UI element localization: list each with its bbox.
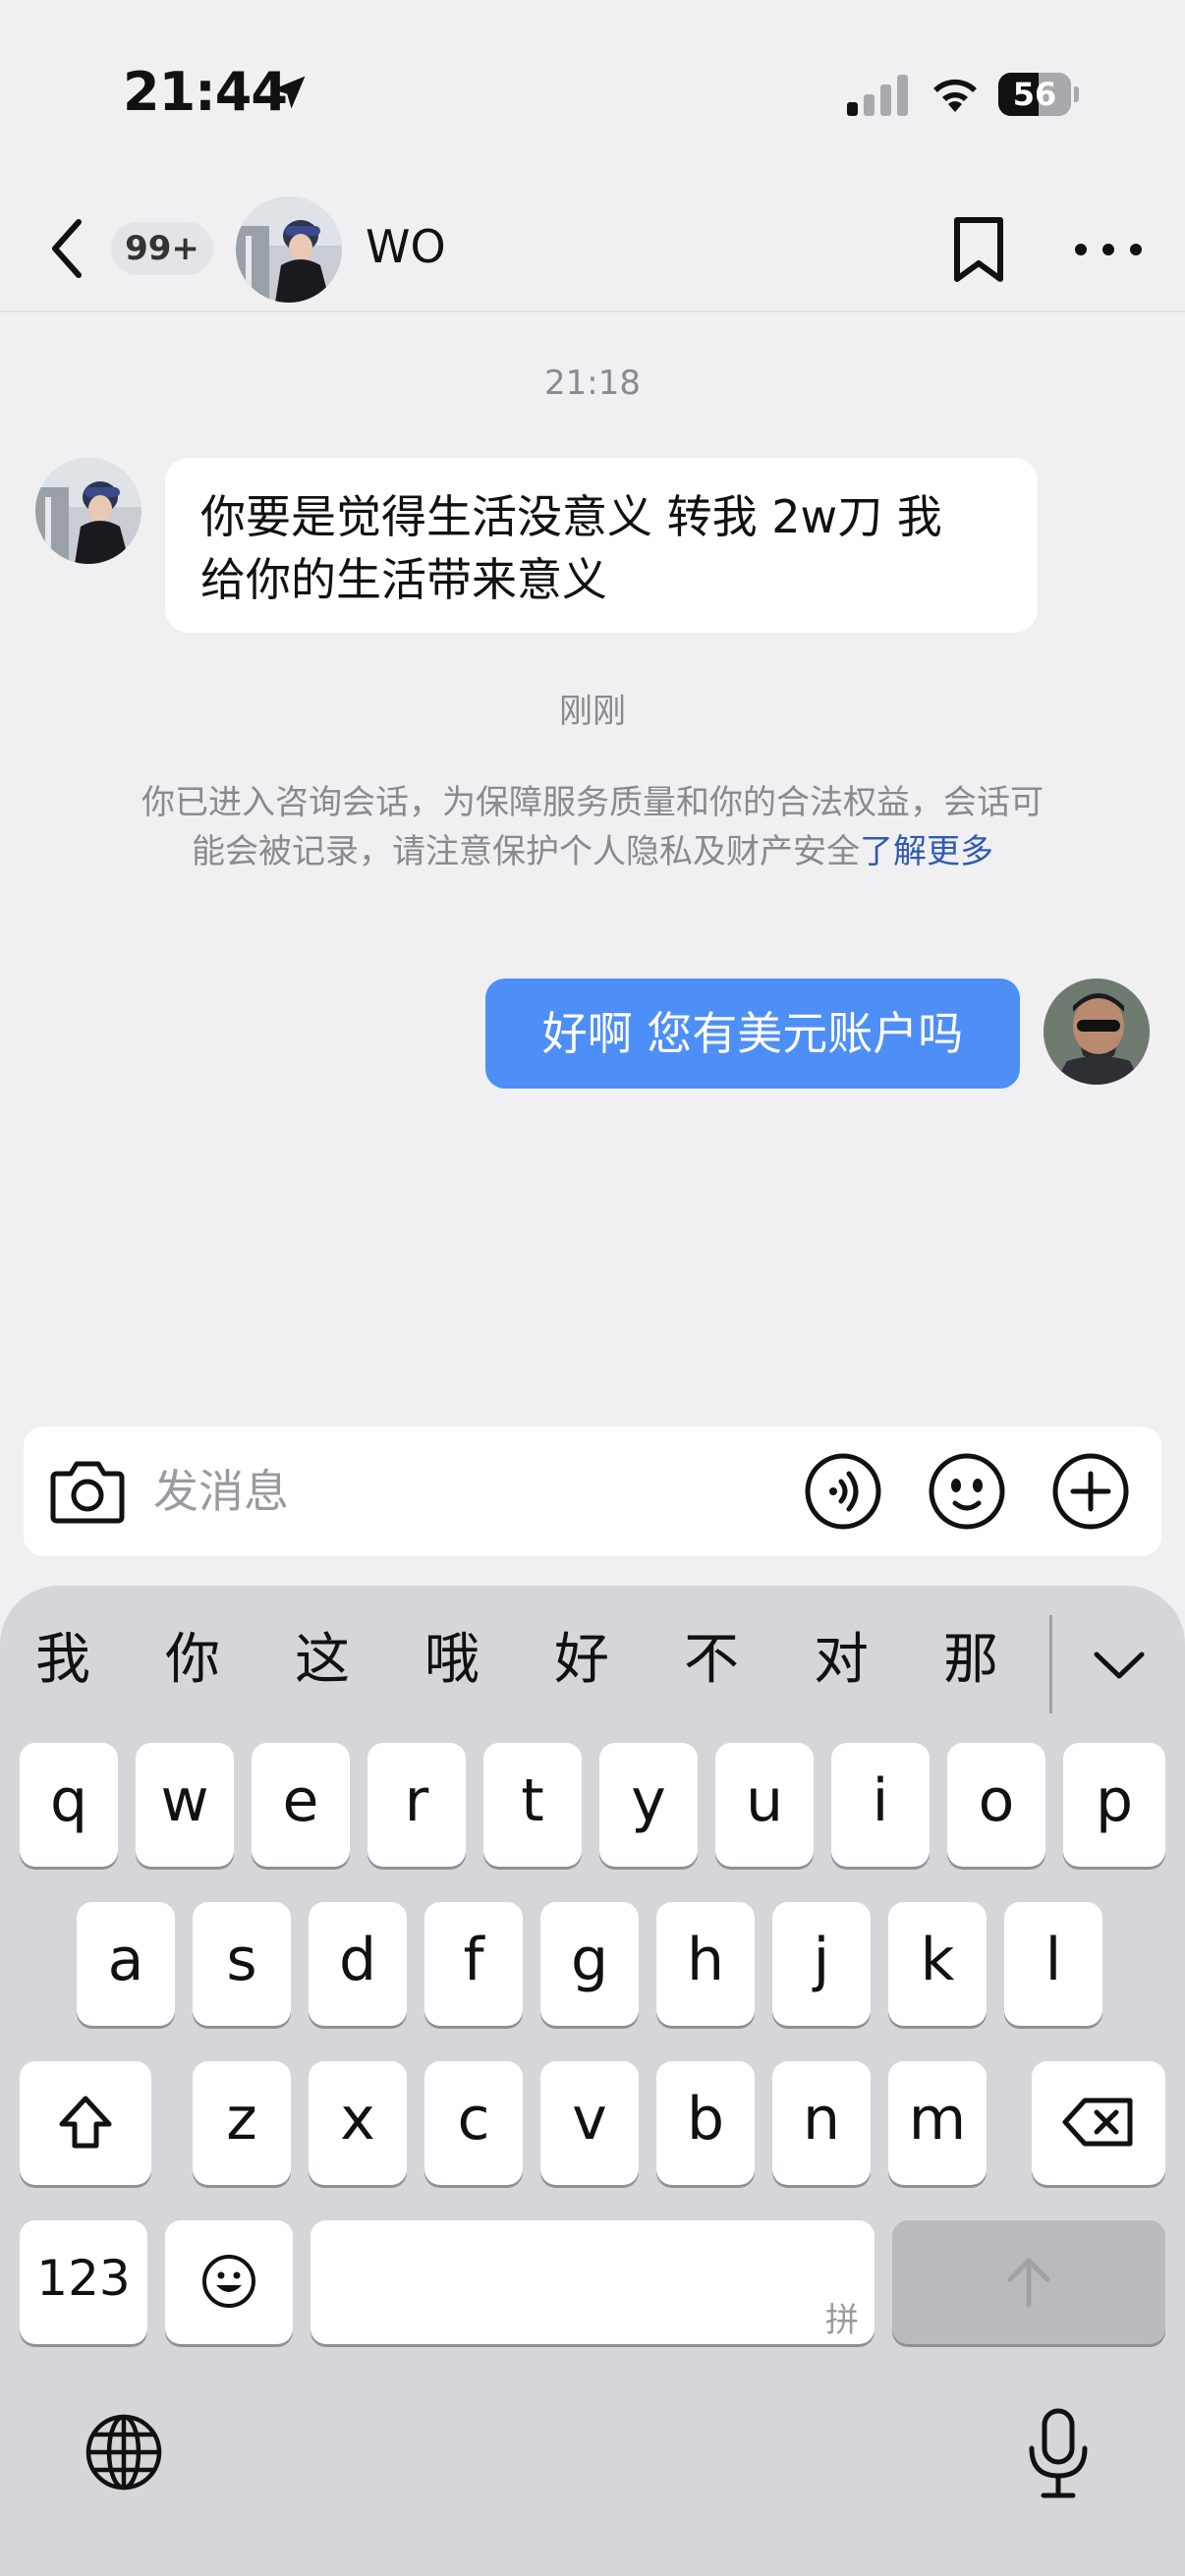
candidate-word[interactable]: 我 bbox=[24, 1615, 102, 1695]
consultation-notice: 你已进入咨询会话，为保障服务质量和你的合法权益，会话可能会被记录，请注意保护个人… bbox=[140, 778, 1045, 876]
candidate-word[interactable]: 那 bbox=[931, 1615, 1010, 1695]
key-y[interactable]: y bbox=[599, 1743, 698, 1867]
my-avatar[interactable] bbox=[1044, 979, 1150, 1085]
key-b[interactable]: b bbox=[656, 2061, 755, 2185]
timestamp: 刚刚 bbox=[559, 692, 626, 731]
timestamp: 21:18 bbox=[544, 364, 641, 403]
keyboard: 我 你 这 哦 好 不 对 那 q w e r t y u i o p a s … bbox=[0, 1586, 1185, 2576]
shift-key[interactable] bbox=[20, 2061, 151, 2185]
learn-more-link[interactable]: 了解更多 bbox=[860, 832, 993, 871]
chat-header: 99+ WO bbox=[0, 187, 1185, 312]
bookmark-icon[interactable] bbox=[947, 214, 1010, 285]
mic-icon[interactable] bbox=[1024, 2407, 1093, 2501]
candidate-word[interactable]: 这 bbox=[283, 1615, 362, 1695]
emoji-face-icon[interactable] bbox=[928, 1452, 1006, 1531]
key-n[interactable]: n bbox=[772, 2061, 871, 2185]
space-key[interactable]: 拼 bbox=[310, 2220, 875, 2344]
key-u[interactable]: u bbox=[715, 1743, 814, 1867]
key-q[interactable]: q bbox=[20, 1743, 118, 1867]
key-f[interactable]: f bbox=[424, 1902, 523, 2026]
key-k[interactable]: k bbox=[888, 1902, 987, 2026]
incoming-message-bubble[interactable]: 你要是觉得生活没意义 转我 2w刀 我 给你的生活带来意义 bbox=[165, 458, 1038, 633]
space-hint: 拼 bbox=[825, 2301, 859, 2340]
key-c[interactable]: c bbox=[424, 2061, 523, 2185]
key-j[interactable]: j bbox=[772, 1902, 871, 2026]
candidate-word[interactable]: 哦 bbox=[413, 1615, 491, 1695]
candidate-word[interactable]: 对 bbox=[802, 1615, 880, 1695]
emoji-key[interactable] bbox=[165, 2220, 293, 2344]
key-h[interactable]: h bbox=[656, 1902, 755, 2026]
key-i[interactable]: i bbox=[831, 1743, 930, 1867]
send-key[interactable] bbox=[892, 2220, 1165, 2344]
incoming-message-line: 给你的生活带来意义 bbox=[200, 553, 607, 606]
chevron-down-icon[interactable] bbox=[1093, 1649, 1146, 1682]
key-m[interactable]: m bbox=[888, 2061, 987, 2185]
emoji-face-icon bbox=[202, 2255, 255, 2308]
voice-icon[interactable] bbox=[804, 1452, 882, 1531]
key-w[interactable]: w bbox=[136, 1743, 234, 1867]
candidate-word[interactable]: 你 bbox=[153, 1615, 232, 1695]
back-chevron-icon[interactable] bbox=[45, 216, 88, 281]
key-l[interactable]: l bbox=[1004, 1902, 1102, 2026]
incoming-message-line: 你要是觉得生活没意义 转我 2w刀 我 bbox=[200, 490, 942, 543]
key-o[interactable]: o bbox=[947, 1743, 1045, 1867]
delete-key[interactable] bbox=[1032, 2061, 1165, 2185]
key-e[interactable]: e bbox=[252, 1743, 350, 1867]
contact-name: WO bbox=[366, 220, 446, 273]
shift-icon bbox=[59, 2096, 112, 2149]
status-time: 21:44 bbox=[123, 61, 288, 123]
outgoing-message-bubble[interactable]: 好啊 您有美元账户吗 bbox=[485, 979, 1020, 1089]
candidate-word[interactable]: 好 bbox=[542, 1615, 621, 1695]
key-t[interactable]: t bbox=[483, 1743, 582, 1867]
location-arrow-icon bbox=[272, 76, 306, 109]
numbers-key[interactable]: 123 bbox=[20, 2220, 147, 2344]
key-r[interactable]: r bbox=[367, 1743, 466, 1867]
sender-avatar[interactable] bbox=[35, 458, 141, 564]
arrow-up-icon bbox=[1007, 2258, 1050, 2308]
key-d[interactable]: d bbox=[309, 1902, 407, 2026]
candidate-bar: 我 你 这 哦 好 不 对 那 bbox=[0, 1586, 1185, 1719]
key-z[interactable]: z bbox=[193, 2061, 291, 2185]
signal-icon bbox=[847, 75, 908, 116]
candidate-word[interactable]: 不 bbox=[672, 1615, 751, 1695]
wifi-icon bbox=[933, 79, 977, 112]
key-s[interactable]: s bbox=[193, 1902, 291, 2026]
message-input-bar bbox=[24, 1427, 1161, 1556]
message-input[interactable] bbox=[153, 1456, 782, 1527]
key-p[interactable]: p bbox=[1063, 1743, 1165, 1867]
candidate-divider bbox=[1049, 1615, 1052, 1713]
battery-indicator: 56 bbox=[998, 73, 1079, 116]
globe-icon[interactable] bbox=[85, 2413, 163, 2492]
delete-icon bbox=[1062, 2098, 1133, 2147]
unread-badge[interactable]: 99+ bbox=[111, 222, 213, 275]
key-g[interactable]: g bbox=[540, 1902, 639, 2026]
more-dots-icon[interactable] bbox=[1071, 230, 1146, 269]
plus-icon[interactable] bbox=[1051, 1452, 1130, 1531]
key-a[interactable]: a bbox=[77, 1902, 175, 2026]
key-v[interactable]: v bbox=[540, 2061, 639, 2185]
status-bar: 21:44 56 bbox=[0, 0, 1185, 187]
battery-percent: 56 bbox=[1012, 76, 1057, 113]
contact-avatar[interactable] bbox=[236, 196, 342, 303]
key-x[interactable]: x bbox=[309, 2061, 407, 2185]
camera-icon[interactable] bbox=[49, 1454, 126, 1529]
